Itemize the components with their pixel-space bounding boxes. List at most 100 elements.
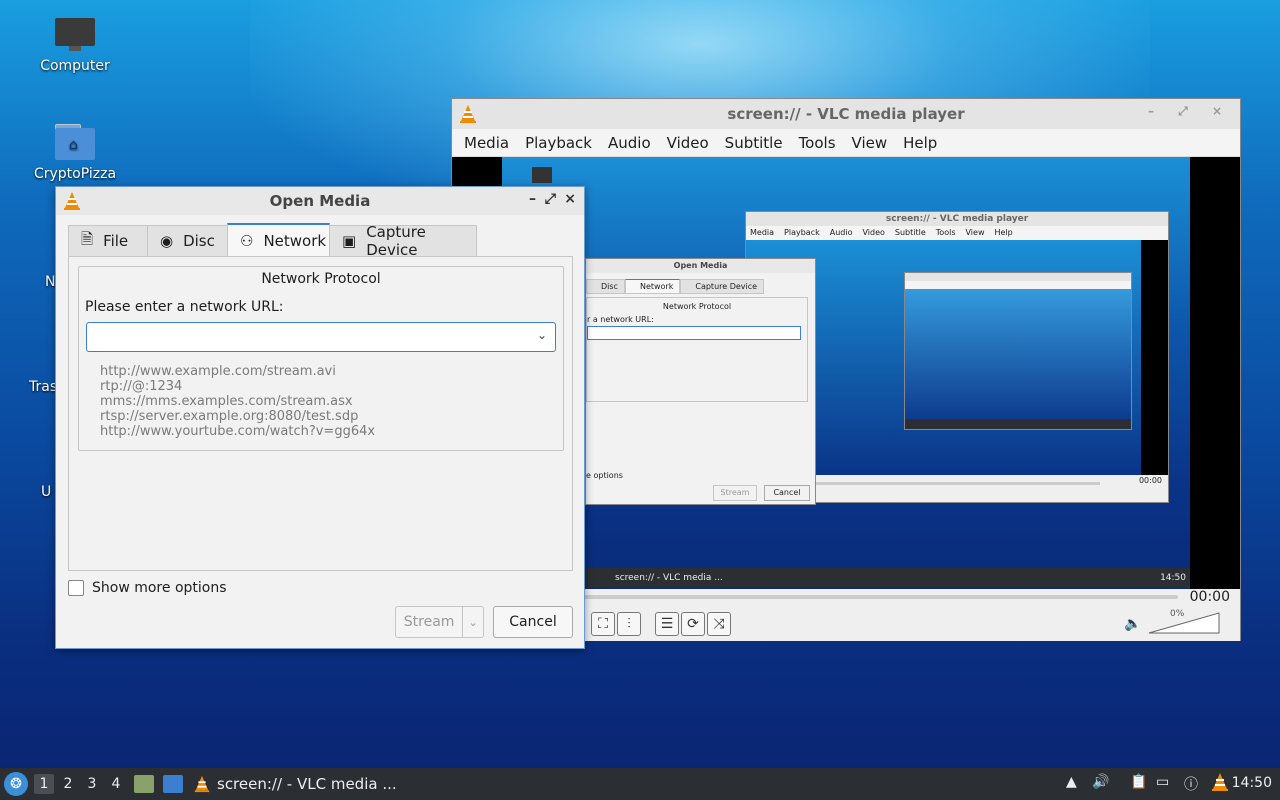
maximize-icon[interactable]: ⤢ [545, 191, 556, 207]
tab-network[interactable]: ⚇ Network [227, 223, 330, 256]
desktop-icon-partial-label[interactable]: U [41, 484, 51, 500]
network-url-input[interactable] [87, 323, 527, 351]
menu-help[interactable]: Help [895, 134, 945, 152]
workspace-2[interactable]: 2 [58, 774, 78, 794]
workspace-4[interactable]: 4 [106, 774, 126, 794]
tab-label: File [103, 232, 129, 250]
desktop-icon-computer[interactable]: Computer [20, 18, 130, 74]
nested-menu-item: Video [862, 228, 885, 237]
workspace-1[interactable]: 1 [34, 774, 54, 794]
nested-tab: Network [624, 279, 681, 294]
extended-settings-icon[interactable]: ⫶ [617, 612, 641, 636]
url-example: rtp://@:1234 [100, 379, 183, 394]
chevron-down-icon[interactable]: ⌄ [537, 328, 547, 342]
start-menu-icon[interactable]: ❂ [4, 772, 28, 796]
url-example: mms://mms.examples.com/stream.asx [100, 394, 353, 409]
vlc-tray-icon[interactable] [1210, 771, 1230, 797]
speaker-icon[interactable]: 🔈 [1124, 616, 1141, 632]
taskbar: ❂ 1 2 3 4 screen:// - VLC media ... ▲ 🔊 … [0, 768, 1280, 800]
nested-taskbar: screen:// - VLC media ... 14:50 [585, 568, 1190, 588]
tab-label: Network [263, 231, 327, 250]
nested-menu-item: Media [750, 228, 775, 237]
clipboard-icon[interactable]: 📋 [1130, 774, 1147, 790]
dialog-title-bar[interactable]: Open Media – ⤢ × [56, 187, 584, 215]
desktop-icon-label: CryptoPizza [33, 166, 117, 182]
menu-video[interactable]: Video [659, 134, 717, 152]
chevron-down-icon[interactable]: ⌄ [463, 616, 483, 629]
nested-menu-item: Help [994, 228, 1013, 237]
show-more-options-checkbox[interactable] [68, 580, 84, 596]
taskbar-task-vlc[interactable]: screen:// - VLC media ... [193, 770, 397, 798]
nested-stream-button: Stream [713, 485, 757, 501]
url-examples: http://www.example.com/stream.avi rtp://… [100, 364, 375, 439]
nested-url-label: r a network URL: [587, 315, 654, 324]
vlc-time: 00:00 [1189, 589, 1230, 605]
nested-menu-item: Tools [935, 228, 956, 237]
desktop-icon-cryptopizza[interactable]: ⌂ CryptoPizza [20, 124, 130, 182]
taskbar-clock[interactable]: 14:50 [1232, 775, 1272, 791]
group-title: Network Protocol [261, 271, 381, 287]
dialog-tabs: 🗎 File ◉ Disc ⚇ Network ▣ Capture Device [68, 223, 477, 259]
home-folder-icon: ⌂ [55, 124, 95, 160]
network-icon: ⚇ [240, 231, 254, 250]
volume-icon[interactable]: 🔊 [1092, 774, 1109, 790]
show-more-options[interactable]: Show more options [68, 580, 227, 596]
dialog-title: Open Media [269, 192, 371, 210]
vlc-menu-bar: Media Playback Audio Video Subtitle Tool… [452, 129, 1240, 157]
tab-disc[interactable]: ◉ Disc [147, 225, 228, 256]
nested-more-options: e options [586, 471, 623, 480]
menu-media[interactable]: Media [456, 134, 517, 152]
vlc-title-bar[interactable]: screen:// - VLC media player – ⤢ × [452, 99, 1240, 129]
network-protocol-group: Network Protocol Please enter a network … [78, 266, 564, 451]
shuffle-icon[interactable]: ⤨ [707, 612, 731, 636]
menu-playback[interactable]: Playback [517, 134, 600, 152]
nested-menu-item: View [965, 228, 985, 237]
tab-label: Capture Device [366, 223, 426, 259]
menu-subtitle[interactable]: Subtitle [717, 134, 791, 152]
loop-icon[interactable]: ⟳ [681, 612, 705, 636]
close-icon[interactable]: × [564, 191, 576, 207]
window-controls-icon[interactable]: – ⤢ × [1148, 104, 1232, 119]
desktop-icon-label: Computer [40, 58, 110, 74]
nested-cancel-button: Cancel [764, 485, 810, 501]
tab-capture-device[interactable]: ▣ Capture Device [329, 223, 477, 259]
stream-button[interactable]: Stream ⌄ [395, 606, 484, 638]
cancel-button[interactable]: Cancel [493, 606, 573, 638]
menu-view[interactable]: View [844, 134, 896, 152]
vlc-cone-icon [460, 105, 476, 123]
nested-time: 00:00 [1138, 476, 1162, 485]
vlc-cone-icon [194, 775, 210, 793]
volume-percent: 0% [1170, 609, 1185, 619]
show-desktop-icon[interactable] [163, 775, 183, 793]
open-media-dialog: Open Media – ⤢ × 🗎 File ◉ Disc ⚇ Network… [55, 186, 585, 649]
nested-vlc-menu: Media Playback Audio Video Subtitle Tool… [746, 226, 1168, 240]
menu-audio[interactable]: Audio [600, 134, 659, 152]
tray-up-arrow-icon[interactable]: ▲ [1066, 774, 1077, 790]
network-tab-panel: Network Protocol Please enter a network … [68, 256, 573, 571]
workspace-3[interactable]: 3 [82, 774, 102, 794]
tab-label: Disc [183, 232, 215, 250]
taskbar-task-label: screen:// - VLC media ... [217, 775, 397, 793]
network-tray-icon[interactable]: ▭ [1156, 774, 1169, 790]
desktop-icon-partial-label[interactable]: N [45, 274, 55, 290]
minimize-icon[interactable]: – [529, 191, 536, 207]
notification-icon[interactable]: ⓘ [1184, 774, 1198, 794]
nested-open-media-dialog: Open Media Disc Network Capture Device N… [585, 258, 816, 505]
nested-menu-item: Playback [784, 228, 820, 237]
fullscreen-icon[interactable]: ⛶ [591, 612, 615, 636]
computer-icon [55, 18, 95, 52]
playlist-icon[interactable]: ☰ [655, 612, 679, 636]
nested-taskbar-task: screen:// - VLC media ... [615, 573, 723, 583]
capture-device-icon: ▣ [342, 232, 357, 250]
network-url-combobox[interactable]: ⌄ [86, 322, 556, 352]
vlc-cone-icon [64, 192, 80, 210]
stream-button-label: Stream [396, 607, 464, 637]
desktop-icon-partial-label[interactable]: Tras [29, 379, 57, 395]
tab-file[interactable]: 🗎 File [68, 225, 148, 256]
url-example: rtsp://server.example.org:8080/test.sdp [100, 409, 359, 424]
menu-tools[interactable]: Tools [791, 134, 844, 152]
letterbox-bar [1190, 157, 1240, 589]
nested-url-box [587, 326, 801, 340]
nested-tab: Disc [586, 279, 625, 294]
file-manager-icon[interactable] [134, 775, 154, 793]
